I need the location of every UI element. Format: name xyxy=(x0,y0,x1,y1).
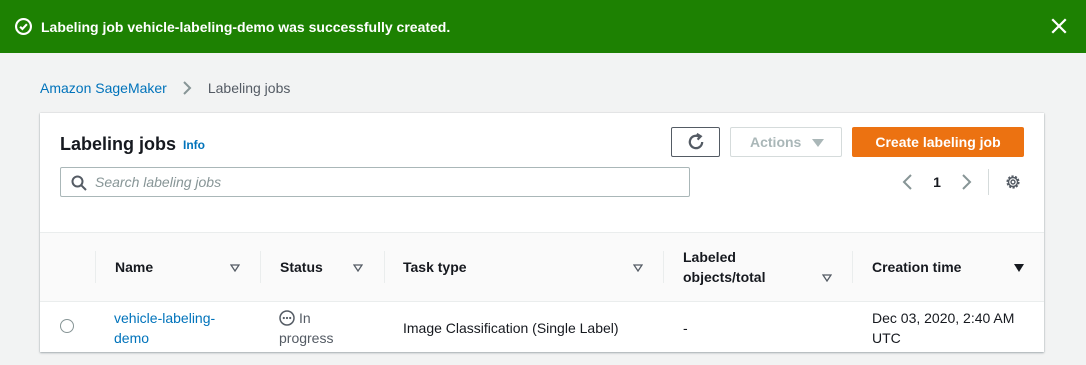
sort-down-outline-icon[interactable] xyxy=(633,264,643,272)
table-header: Name Status Task type Labeled objects/to… xyxy=(40,232,1044,302)
column-divider xyxy=(95,251,96,283)
success-check-icon xyxy=(15,18,32,35)
column-divider xyxy=(852,251,853,283)
current-page-number[interactable]: 1 xyxy=(930,174,944,190)
sort-down-filled-icon[interactable] xyxy=(1014,264,1024,272)
column-label: Task type xyxy=(403,259,467,275)
caret-down-icon xyxy=(812,139,824,147)
page-title: Labeling jobs xyxy=(60,134,177,154)
create-labeling-job-button[interactable]: Create labeling job xyxy=(852,127,1024,157)
column-header-labeled-objects[interactable]: Labeled objects/total xyxy=(663,233,852,301)
column-label: Labeled objects/total xyxy=(683,249,766,285)
actions-label: Actions xyxy=(750,134,802,150)
next-page-icon[interactable] xyxy=(958,173,974,191)
search-field[interactable] xyxy=(60,167,690,197)
search-icon xyxy=(71,175,87,191)
sort-down-outline-icon[interactable] xyxy=(353,264,363,272)
column-header-status[interactable]: Status xyxy=(260,233,384,301)
labeling-jobs-panel: Labeling jobs Info Actions Create labeli… xyxy=(40,113,1044,352)
close-icon[interactable] xyxy=(1050,17,1068,35)
sort-down-outline-icon[interactable] xyxy=(822,274,832,282)
column-header-name[interactable]: Name xyxy=(95,233,260,301)
sort-down-outline-icon[interactable] xyxy=(230,264,240,272)
chevron-right-icon xyxy=(183,81,192,95)
search-input[interactable] xyxy=(95,168,685,196)
column-header-creation-time[interactable]: Creation time xyxy=(852,233,1044,301)
info-link[interactable]: Info xyxy=(183,138,205,152)
column-divider xyxy=(260,251,261,283)
refresh-button[interactable] xyxy=(671,127,720,157)
gear-icon[interactable] xyxy=(1004,173,1022,191)
breadcrumb-current: Labeling jobs xyxy=(207,80,291,96)
previous-page-icon[interactable] xyxy=(900,173,916,191)
status-text: In progress xyxy=(279,310,334,346)
row-select-radio[interactable] xyxy=(60,319,74,333)
column-label: Status xyxy=(280,259,323,275)
actions-dropdown[interactable]: Actions xyxy=(730,127,842,157)
breadcrumb-link-sagemaker[interactable]: Amazon SageMaker xyxy=(40,79,167,97)
task-type-cell: Image Classification (Single Label) xyxy=(403,320,619,336)
pagination-divider xyxy=(988,169,989,195)
column-divider xyxy=(663,251,664,283)
breadcrumb: Amazon SageMaker Labeling jobs xyxy=(40,79,290,97)
flash-message: Labeling job vehicle-labeling-demo was s… xyxy=(41,19,451,35)
column-header-task-type[interactable]: Task type xyxy=(384,233,663,301)
creation-time-cell: Dec 03, 2020, 2:40 AM UTC xyxy=(872,310,1015,346)
refresh-icon xyxy=(688,133,703,150)
labeled-objects-cell: - xyxy=(683,320,688,336)
job-name-link[interactable]: vehicle-labeling-demo xyxy=(114,308,244,348)
column-label: Creation time xyxy=(872,259,962,275)
column-label: Name xyxy=(115,259,154,275)
column-divider xyxy=(384,251,385,283)
success-flashbar: Labeling job vehicle-labeling-demo was s… xyxy=(0,0,1086,53)
